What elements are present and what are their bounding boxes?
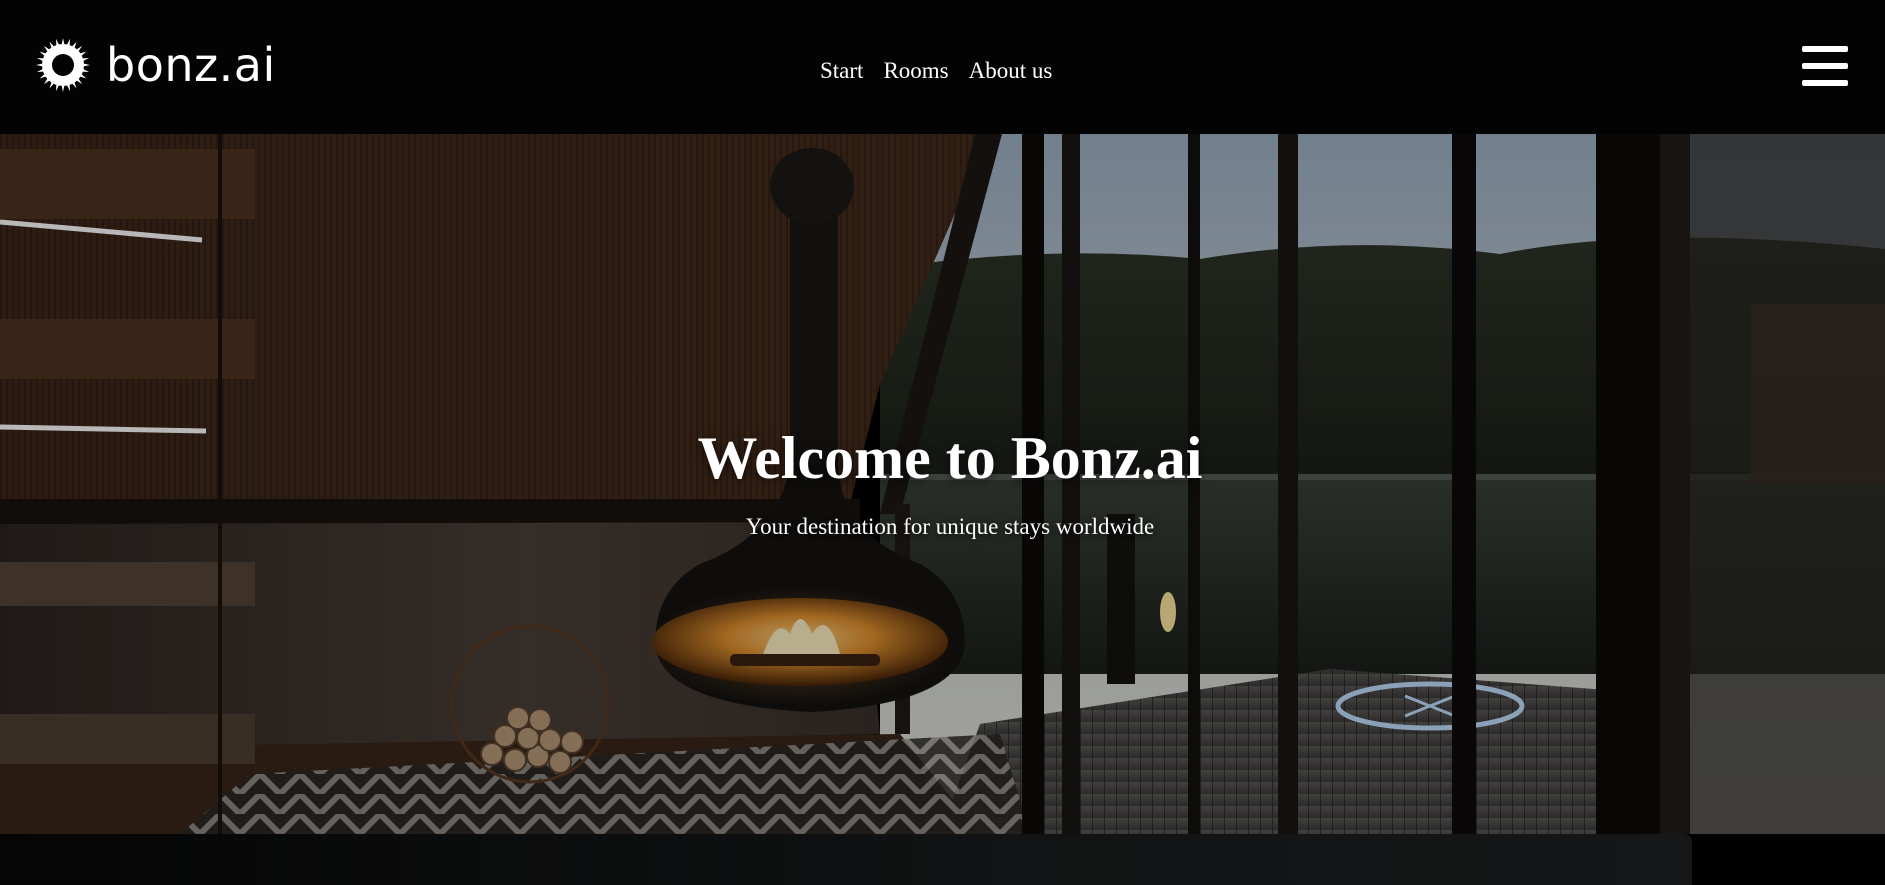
hero-title: Welcome to Bonz.ai: [697, 425, 1203, 491]
sunburst-ring-icon: [36, 38, 90, 92]
nav-link-start[interactable]: Start: [820, 56, 863, 86]
content-panel-top: [0, 834, 1692, 885]
logo-wordmark: bonz.ai: [106, 38, 276, 92]
menu-bar: [1802, 80, 1848, 86]
hamburger-menu-icon[interactable]: [1802, 46, 1848, 86]
nav-link-about-us[interactable]: About us: [969, 56, 1053, 86]
nav-link-rooms[interactable]: Rooms: [883, 56, 948, 86]
logo-link[interactable]: bonz.ai: [36, 36, 276, 94]
hero-section: Welcome to Bonz.ai Your destination for …: [0, 134, 1885, 834]
menu-bar: [1802, 46, 1848, 52]
hero-subtitle: Your destination for unique stays worldw…: [745, 514, 1155, 539]
site-header: bonz.ai Start Rooms About us: [0, 0, 1885, 134]
main-nav: Start Rooms About us: [820, 56, 1052, 86]
menu-bar: [1802, 63, 1848, 69]
